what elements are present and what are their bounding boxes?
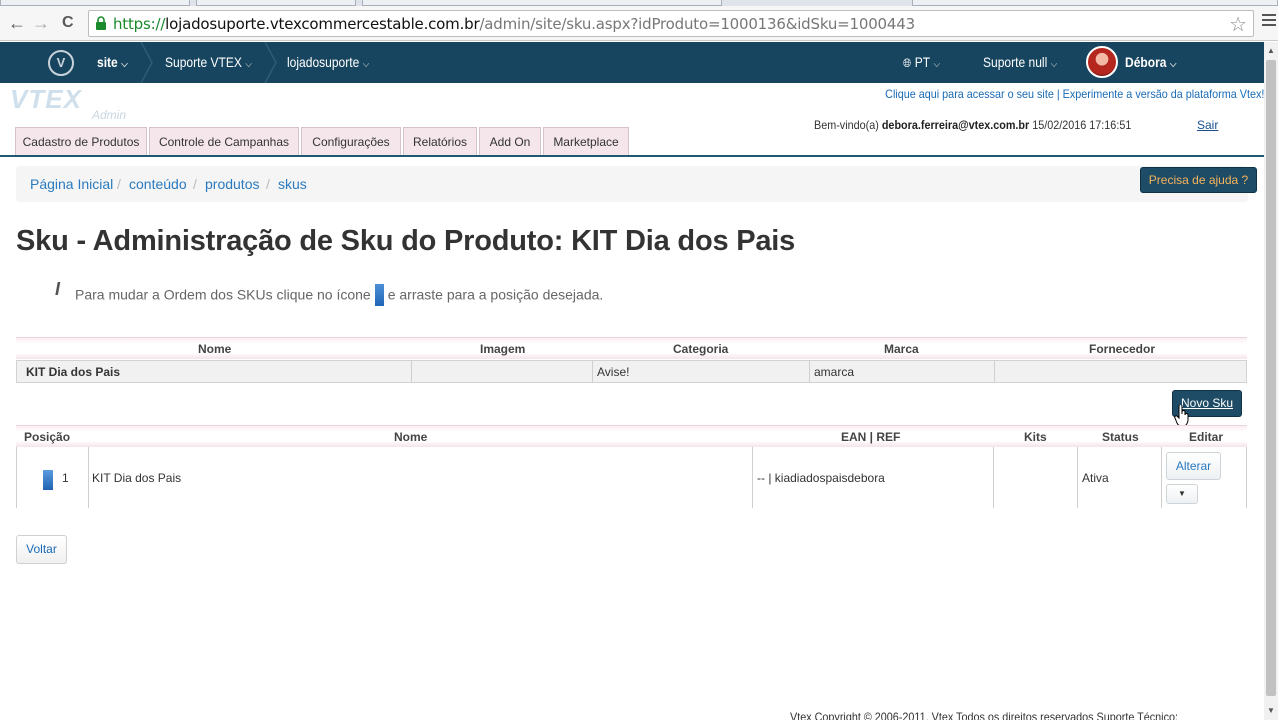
cell-marca: amarca <box>814 365 855 379</box>
top-navigation: V site ⌵ Suporte VTEX ⌵ lojadosuporte ⌵ 🌐︎ P… <box>0 42 1264 83</box>
browser-toolbar: ← → C https://lojadosuporte.vtexcommerce… <box>0 6 1278 41</box>
column-header-categoria: Categoria <box>673 342 729 356</box>
column-header-ean-ref: EAN | REF <box>841 430 901 444</box>
forward-arrow-icon[interactable]: → <box>32 13 50 33</box>
bookmark-star-icon[interactable]: ☆ <box>1229 12 1247 37</box>
nav-separator <box>264 42 277 83</box>
tab-controle-campanhas[interactable]: Controle de Campanhas <box>149 127 299 155</box>
cell-status: Ativa <box>1082 471 1109 485</box>
breadcrumb-produtos[interactable]: produtos <box>205 176 259 192</box>
hand-pointer-icon <box>1174 405 1189 427</box>
chevron-down-icon: ⌵ <box>1050 59 1058 70</box>
drag-handle-icon[interactable] <box>43 470 53 490</box>
address-bar[interactable]: https://lojadosuporte.vtexcommercestable… <box>88 10 1254 37</box>
breadcrumb-conteudo[interactable]: conteúdo <box>129 176 187 192</box>
avatar[interactable] <box>1086 46 1118 78</box>
tab-relatorios[interactable]: Relatórios <box>403 127 477 155</box>
cell-nome: KIT Dia dos Pais <box>92 471 182 485</box>
site-link[interactable]: Clique aqui para acessar o seu site <box>885 87 1054 101</box>
nav-suporte-vtex-dropdown[interactable]: Suporte VTEX ⌵ <box>165 42 252 83</box>
chevron-down-icon: ⌵ <box>933 59 941 70</box>
chevron-down-icon: ⌵ <box>1169 59 1177 70</box>
nav-store-dropdown[interactable]: lojadosuporte ⌵ <box>287 42 369 83</box>
nav-user-menu-dropdown[interactable]: Suporte null ⌵ <box>983 42 1057 83</box>
chevron-down-icon: ⌵ <box>121 59 128 70</box>
column-header-marca: Marca <box>884 342 919 356</box>
breadcrumb: Página Inicial / conteúdo / produtos / s… <box>16 166 1248 202</box>
table-row: KIT Dia dos Pais Avise! amarca <box>16 360 1247 383</box>
browser-menu-icon[interactable] <box>1262 14 1276 30</box>
column-header-nome: Nome <box>394 430 428 444</box>
globe-icon: 🌐︎ <box>903 56 912 70</box>
scrollbar-thumb[interactable] <box>1266 60 1276 696</box>
sku-table-header: Posição Nome EAN | REF Kits Status Edita… <box>16 425 1247 447</box>
info-icon: I <box>55 279 61 299</box>
vtex-logo-icon[interactable]: V <box>48 50 74 76</box>
product-table-header: Nome Imagem Categoria Marca Fornecedor <box>16 337 1247 359</box>
nav-language-dropdown[interactable]: 🌐︎ PT ⌵ <box>903 42 940 83</box>
column-header-posicao: Posição <box>24 430 71 444</box>
cell-nome: KIT Dia dos Pais <box>26 365 121 379</box>
tab-add-on[interactable]: Add On <box>479 127 541 155</box>
reload-icon[interactable]: C <box>62 13 74 33</box>
page-title: Sku - Administração de Sku do Produto: K… <box>16 225 796 257</box>
breadcrumb-skus[interactable]: skus <box>278 176 307 192</box>
cell-ean-ref: -- | kiadiadospaisdebora <box>757 471 885 485</box>
reorder-hint: Para mudar a Ordem dos SKUs clique no íc… <box>75 284 603 307</box>
chevron-down-icon: ⌵ <box>245 59 252 70</box>
main-menu: Cadastro de Produtos Controle de Campanh… <box>0 127 1264 157</box>
edit-options-dropdown[interactable]: ▼ <box>1166 484 1198 504</box>
back-button[interactable]: Voltar <box>16 535 67 564</box>
back-arrow-icon[interactable]: ← <box>8 13 26 33</box>
column-header-nome: Nome <box>198 342 232 356</box>
tab-marketplace[interactable]: Marketplace <box>543 127 629 155</box>
nav-separator <box>140 42 153 83</box>
caret-down-icon: ▼ <box>1178 489 1186 498</box>
lock-icon <box>96 16 106 30</box>
column-header-editar: Editar <box>1189 430 1224 444</box>
vtex-admin-logo[interactable]: VTEX Admin <box>10 84 126 124</box>
column-header-fornecedor: Fornecedor <box>1089 342 1156 356</box>
nav-site-dropdown[interactable]: site ⌵ <box>97 42 128 83</box>
tab-cadastro-produtos[interactable]: Cadastro de Produtos <box>15 127 147 155</box>
chevron-down-icon: ⌵ <box>362 59 370 70</box>
column-header-imagem: Imagem <box>480 342 526 356</box>
cell-posicao: 1 <box>62 471 69 485</box>
column-header-kits: Kits <box>1024 430 1047 444</box>
page-scrollbar[interactable]: ▲ ▼ <box>1264 42 1278 720</box>
header-links: Clique aqui para acessar o seu site | Ex… <box>884 87 1264 101</box>
drag-handle-icon <box>374 284 384 306</box>
footer-copyright: Vtex Copyright © 2006-2011. Vtex Todos o… <box>790 710 1178 720</box>
experiment-link[interactable]: Experimente a versão da plataforma Vtex! <box>1062 87 1264 101</box>
scroll-down-icon[interactable]: ▼ <box>1267 706 1275 715</box>
nav-user-name-dropdown[interactable]: Débora ⌵ <box>1125 42 1176 83</box>
cell-categoria: Avise! <box>597 365 630 379</box>
tab-configuracoes[interactable]: Configurações <box>301 127 401 155</box>
scroll-up-icon[interactable]: ▲ <box>1267 46 1275 55</box>
help-button[interactable]: Precisa de ajuda ? <box>1140 167 1257 193</box>
column-header-status: Status <box>1102 430 1139 444</box>
url-text: https://lojadosuporte.vtexcommercestable… <box>113 15 915 33</box>
page: ← → C https://lojadosuporte.vtexcommerce… <box>0 0 1278 720</box>
table-row: 1 KIT Dia dos Pais -- | kiadiadospaisdeb… <box>16 447 1247 508</box>
breadcrumb-home[interactable]: Página Inicial <box>30 176 113 192</box>
edit-sku-button[interactable]: Alterar <box>1166 452 1221 480</box>
